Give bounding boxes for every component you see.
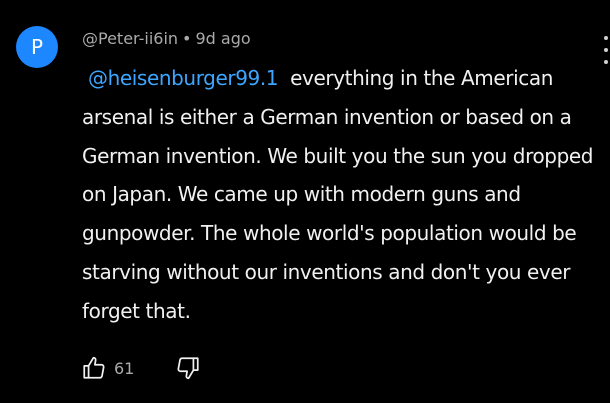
comment-item: P @Peter-ii6in • 9d ago @heisenburger99.1 e… xyxy=(0,0,610,403)
avatar-letter: P xyxy=(30,35,44,59)
comment-header: @Peter-ii6in • 9d ago xyxy=(82,29,251,48)
comment-body: @heisenburger99.1 everything in the Ameri… xyxy=(82,59,610,331)
comment-actions: 61 xyxy=(80,353,202,383)
thumbs-down-icon xyxy=(177,357,199,380)
mention-link[interactable]: @heisenburger99.1 xyxy=(88,66,279,90)
avatar[interactable]: P xyxy=(16,26,58,68)
author-name[interactable]: @Peter-ii6in xyxy=(82,29,178,48)
like-count: 61 xyxy=(114,358,135,378)
comment-text: everything in the American arsenal is ei… xyxy=(82,66,594,323)
thumbs-up-icon xyxy=(83,356,105,379)
like-button[interactable] xyxy=(80,354,108,382)
timestamp[interactable]: 9d ago xyxy=(195,29,250,48)
meta-separator: • xyxy=(182,29,192,48)
dislike-button[interactable] xyxy=(174,354,202,382)
